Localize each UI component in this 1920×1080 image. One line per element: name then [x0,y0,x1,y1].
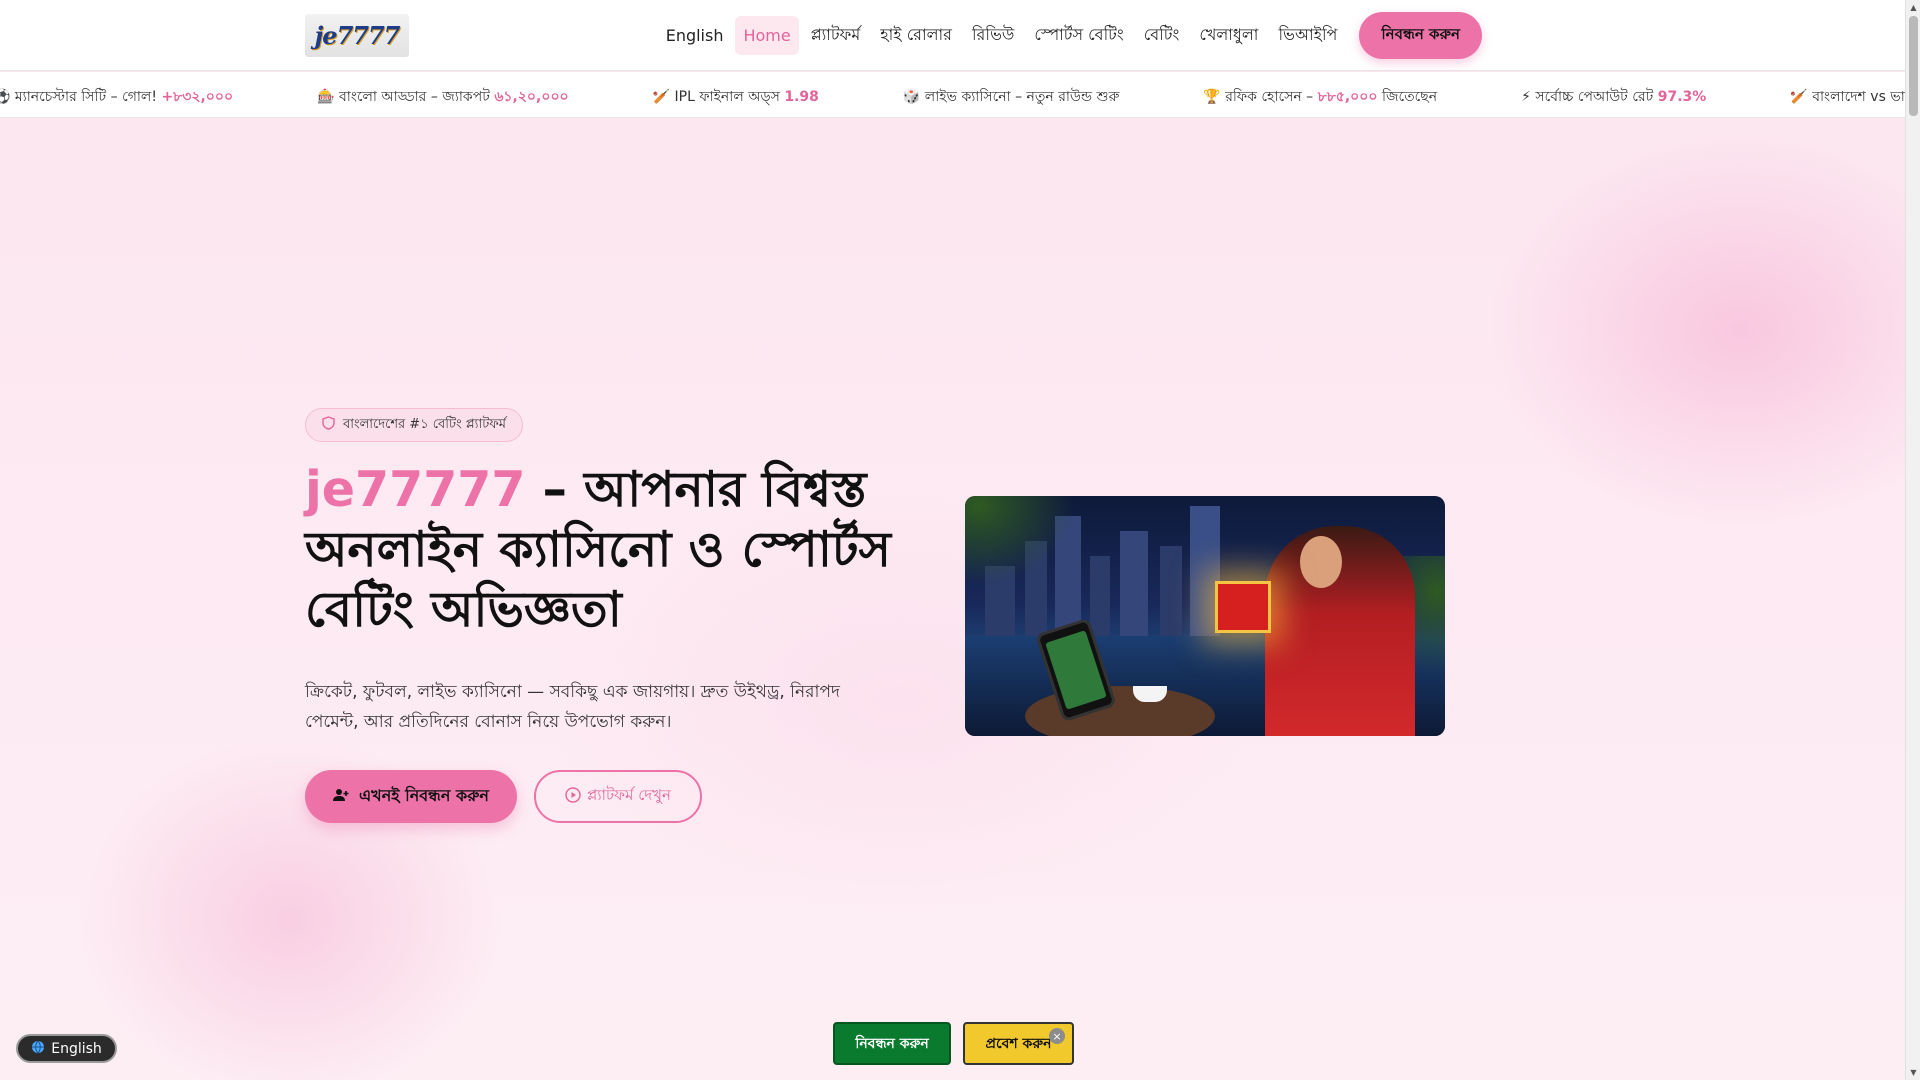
coffee-cup [1133,686,1167,702]
nav-item-betting[interactable]: বেটিং [1136,12,1188,59]
hero-subtitle: ক্রিকেট, ফুটবল, লাইভ ক্যাসিনো — সবকিছু এ… [305,682,840,732]
palm-leaves [965,496,1075,586]
nav-item-high-roller[interactable]: হাই রোলার [872,12,960,59]
ticker-item: 🏏 বাংলাদেশ vs ভারত – লাইভ অড্স [1790,85,1905,109]
language-switcher[interactable]: English [16,1034,117,1063]
skyline-building [1160,546,1182,636]
register-now-label: এখনই নিবন্ধন করুন [359,786,489,805]
nav-item-home[interactable]: Home [735,15,799,55]
header-register-button[interactable]: নিবন্ধন করুন [1359,11,1482,59]
ticker-text: 🏆 রফিক হোসেন – [1203,89,1318,105]
ticker-item: ⚡ সর্বোচ্চ পেআউট রেট 97.3% [1521,85,1706,109]
user-plus-icon [333,788,349,806]
scrollbar-thumb[interactable] [1909,16,1918,116]
ticker-item: 🎰 বাংলো আড্ডার – জ্যাকপট ৬১,২০,০০০ [317,85,569,109]
site-header: je7777 English Home প্ল্যাটফর্ম হাই রোলা… [0,0,1905,71]
hero-badge-label: বাংলাদেশের #১ বেটিং প্ল্যাটফর্ম [343,416,507,432]
ticker-text: 🏏 IPL ফাইনাল অড্স [652,89,785,105]
news-ticker: ⚽ ম্যানচেস্টার সিটি – গোল! +৮৩২,০০০ 🎰 বা… [0,72,1905,118]
nav-item-platform[interactable]: প্ল্যাটফর্ম [803,12,869,59]
ticker-text: ⚡ সর্বোচ্চ পেআউট রেট [1521,89,1658,105]
ticker-text: ⚽ ম্যানচেস্টার সিটি – গোল! [0,89,162,105]
logo-text: je7777 [314,21,401,50]
hero-title-brand: je77777 [305,461,526,518]
register-now-button[interactable]: এখনই নিবন্ধন করুন [305,770,517,823]
nav-item-sports[interactable]: খেলাধুলা [1191,12,1266,59]
view-platform-button[interactable]: প্ল্যাটফর্ম দেখুন [534,770,702,823]
nav-item-sports-betting[interactable]: স্পোর্টস বেটিং [1026,12,1131,59]
ticker-highlight: ৮৮৫,০০০ [1317,89,1378,105]
ticker-text: 🎲 লাইভ ক্যাসিনো – নতুন রাউন্ড শুরু [902,89,1120,105]
play-circle-icon [565,786,581,807]
ticker-highlight: 1.98 [784,89,819,105]
ticker-highlight: 97.3% [1657,89,1707,105]
nav-item-review[interactable]: রিভিউ [964,12,1022,59]
bottom-register-button[interactable]: নিবন্ধন করুন [833,1022,951,1065]
scroll-up-arrow-icon[interactable]: ▲ [1906,0,1920,15]
woman-face [1300,536,1342,588]
scrollbar[interactable]: ▲ ▼ [1905,0,1920,1080]
main-nav: English Home প্ল্যাটফর্ম হাই রোলার রিভিউ… [654,11,1482,59]
site-logo[interactable]: je7777 [305,14,409,57]
hero-image [965,496,1445,736]
hero-badge: বাংলাদেশের #১ বেটিং প্ল্যাটফর্ম [305,408,524,442]
close-icon[interactable]: × [1049,1028,1065,1044]
ticker-item: 🏆 রফিক হোসেন – ৮৮৫,০০০ জিতেছেন [1203,85,1437,109]
ticker-text: 🏏 বাংলাদেশ vs ভারত – লাইভ অড্স [1790,89,1905,105]
ticker-text: 🎰 বাংলো আড্ডার – জ্যাকপট [317,89,495,105]
ticker-item: 🏏 IPL ফাইনাল অড্স 1.98 [653,85,819,109]
globe-icon [31,1040,45,1058]
skyline-building [1120,531,1148,636]
hero-title: je77777 – আপনার বিশ্বস্ত অনলাইন ক্যাসিনো… [305,460,945,640]
scroll-down-arrow-icon[interactable]: ▼ [1906,1065,1920,1080]
page-background: je7777 English Home প্ল্যাটফর্ম হাই রোলা… [0,0,1905,1080]
gift-box [1215,581,1271,633]
nav-item-english[interactable]: English [658,16,732,55]
ticker-suffix: জিতেছেন [1377,89,1438,105]
shield-icon [322,416,335,434]
ticker-item: ⚽ ম্যানচেস্টার সিটি – গোল! +৮৩২,০০০ [0,85,233,109]
ticker-item: 🎲 লাইভ ক্যাসিনো – নতুন রাউন্ড শুরু [903,85,1119,109]
ticker-track: ⚽ ম্যানচেস্টার সিটি – গোল! +৮৩২,০০০ 🎰 বা… [0,85,1905,109]
skyline-building [1090,556,1110,636]
nav-item-vip[interactable]: ভিআইপি [1270,12,1345,59]
ticker-highlight: +৮৩২,০০০ [161,89,234,105]
ticker-highlight: ৬১,২০,০০০ [494,89,569,105]
view-platform-label: প্ল্যাটফর্ম দেখুন [587,786,671,804]
language-label: English [51,1040,102,1057]
